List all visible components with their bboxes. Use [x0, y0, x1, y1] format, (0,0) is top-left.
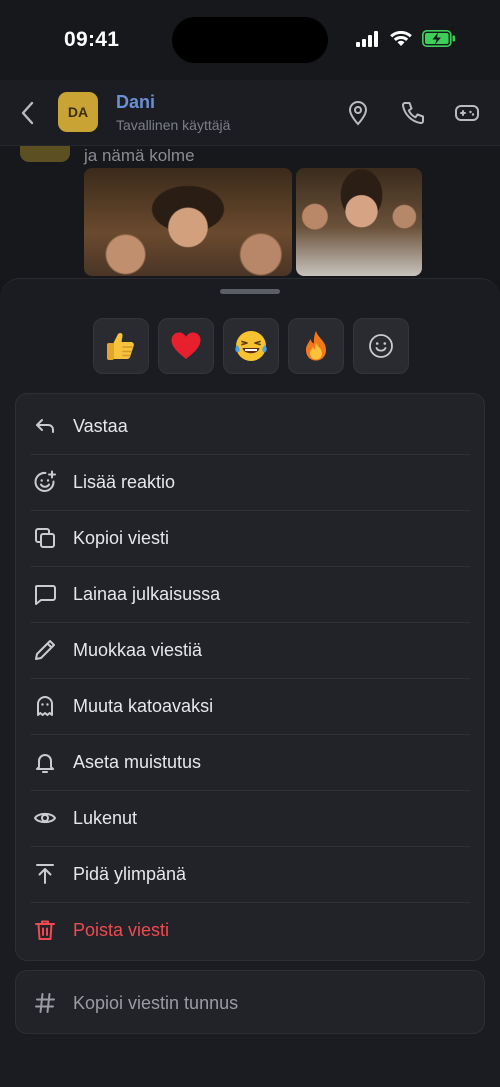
reaction-heart[interactable]: [158, 318, 214, 374]
message-actions-sheet: Vastaa Lisää reaktio Kopioi viesti Laina…: [0, 278, 500, 1087]
quick-reactions: [93, 318, 409, 374]
avatar[interactable]: DA: [58, 92, 98, 132]
trash-icon: [35, 920, 55, 940]
chat-messages: ja nämä kolme: [0, 146, 500, 286]
copy-icon: [35, 528, 55, 548]
menu-item-reply[interactable]: Vastaa: [16, 398, 486, 454]
menu-item-pin-top[interactable]: Pidä ylimpänä: [16, 846, 486, 902]
menu-item-label: Kopioi viesti: [73, 527, 170, 548]
dynamic-island: [172, 17, 328, 63]
menu-item-copy-message[interactable]: Kopioi viesti: [16, 510, 486, 566]
contact-role: Tavallinen käyttäjä: [116, 117, 231, 133]
menu-item-delete[interactable]: Poista viesti: [16, 902, 486, 958]
menu-item-label: Lisää reaktio: [73, 471, 176, 492]
laughing-emoji: [235, 331, 267, 361]
menu-item-label: Muuta katoavaksi: [73, 695, 214, 716]
heart-emoji: [171, 332, 201, 359]
fire-emoji: [306, 331, 326, 361]
sheet-grabber[interactable]: [220, 289, 280, 294]
menu-item-label: Poista viesti: [73, 919, 170, 940]
add-reaction-smiley-icon: [369, 334, 393, 358]
wifi-icon: [390, 30, 412, 46]
message-photo-group[interactable]: [84, 168, 292, 276]
status-bar: 09:41: [0, 0, 500, 80]
message-photo-selfie[interactable]: [296, 168, 422, 276]
sender-avatar: [20, 146, 70, 162]
reaction-fire[interactable]: [288, 318, 344, 374]
thumbs-up-emoji: [107, 332, 134, 360]
eye-icon: [34, 812, 56, 824]
menu-item-label: Aseta muistutus: [73, 751, 202, 772]
secondary-actions-menu: Kopioi viestin tunnus: [15, 970, 485, 1034]
reaction-thumbs-up[interactable]: [93, 318, 149, 374]
pin-top-icon: [36, 864, 54, 884]
menu-item-mark-read[interactable]: Lukenut: [16, 790, 486, 846]
menu-item-label: Muokkaa viestiä: [73, 639, 203, 660]
reaction-laughing[interactable]: [223, 318, 279, 374]
menu-item-disappearing[interactable]: Muuta katoavaksi: [16, 678, 486, 734]
menu-item-label: Kopioi viestin tunnus: [73, 992, 239, 1013]
menu-item-label: Lukenut: [73, 807, 138, 828]
ghost-icon: [37, 696, 53, 716]
status-time: 09:41: [64, 28, 120, 51]
menu-item-label: Pidä ylimpänä: [73, 863, 187, 884]
battery-charging-icon: [422, 30, 455, 47]
add-reaction-icon: [34, 470, 56, 492]
menu-item-label: Vastaa: [73, 415, 128, 436]
contact-name[interactable]: Dani: [116, 92, 155, 113]
menu-item-quote[interactable]: Lainaa julkaisussa: [16, 566, 486, 622]
chat-header: DA Dani Tavallinen käyttäjä: [0, 80, 500, 146]
menu-item-edit[interactable]: Muokkaa viestiä: [16, 622, 486, 678]
reaction-more[interactable]: [353, 318, 409, 374]
message-text: ja nämä kolme: [84, 146, 195, 165]
menu-item-label: Lainaa julkaisussa: [73, 583, 221, 604]
hash-icon: [35, 993, 55, 1013]
reply-icon: [36, 419, 54, 433]
menu-item-add-reaction[interactable]: Lisää reaktio: [16, 454, 486, 510]
menu-item-reminder[interactable]: Aseta muistutus: [16, 734, 486, 790]
menu-item-copy-id[interactable]: Kopioi viestin tunnus: [16, 975, 486, 1031]
cellular-signal-icon: [356, 30, 378, 47]
bell-icon: [36, 754, 54, 773]
edit-icon: [35, 640, 55, 660]
actions-menu: Vastaa Lisää reaktio Kopioi viesti Laina…: [15, 393, 485, 961]
status-icons: [356, 30, 456, 47]
quote-icon: [35, 585, 56, 605]
phone-icon[interactable]: [400, 100, 426, 126]
location-pin-icon[interactable]: [346, 100, 370, 126]
gamepad-icon[interactable]: [454, 100, 480, 126]
back-arrow-icon[interactable]: [18, 100, 38, 126]
